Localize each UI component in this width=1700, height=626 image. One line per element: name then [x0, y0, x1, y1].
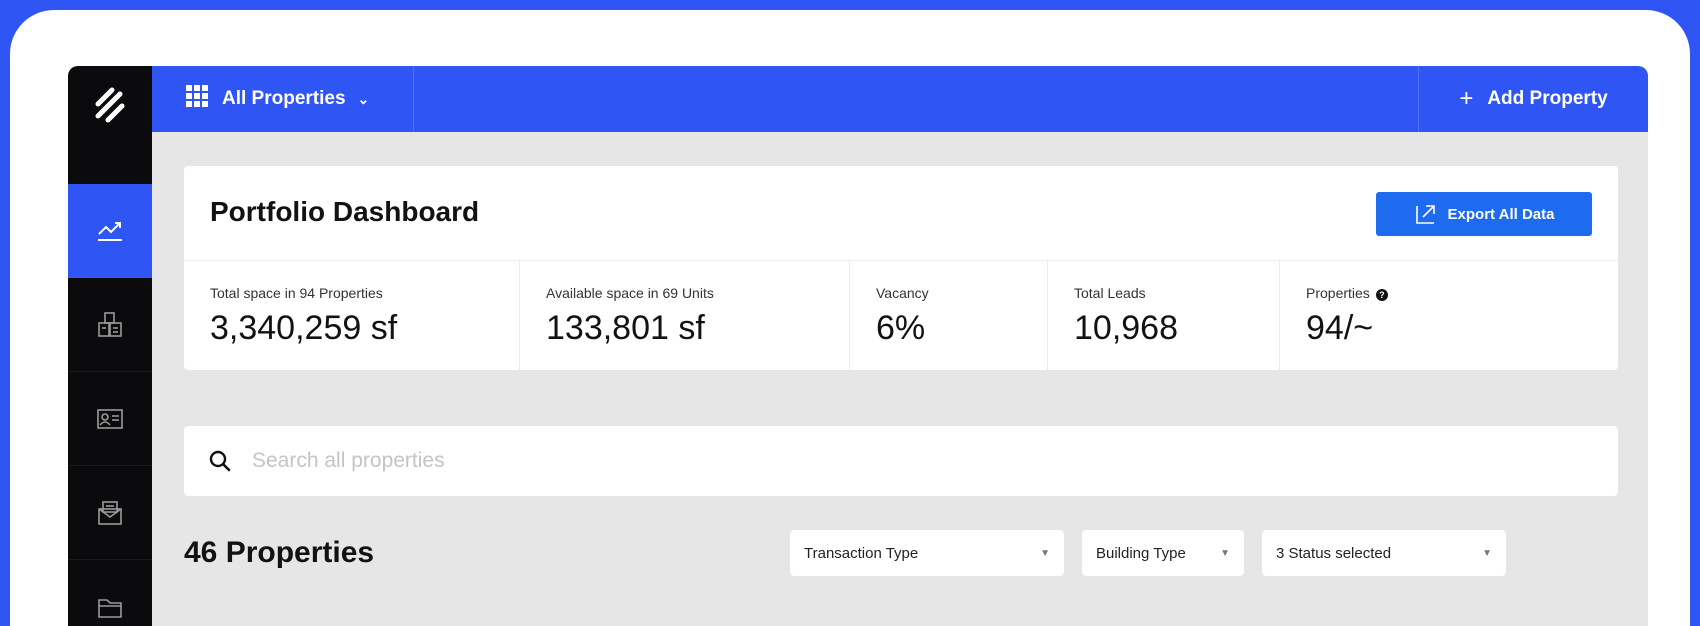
- stat-label: Vacancy: [876, 285, 929, 301]
- folder-icon: [98, 598, 122, 618]
- top-bar: All Properties ⌄ + Add Property: [152, 66, 1648, 132]
- stat-label-text: Properties: [1306, 285, 1370, 301]
- sidebar-item-files[interactable]: [68, 560, 152, 626]
- export-label: Export All Data: [1447, 205, 1555, 223]
- stat-value: 6%: [876, 309, 926, 347]
- page-title: Portfolio Dashboard: [210, 196, 480, 227]
- stat-label: Total Leads: [1074, 285, 1146, 301]
- add-property-label: Add Property: [1487, 88, 1608, 109]
- filter-label: 3 Status selected: [1276, 544, 1392, 562]
- export-all-data-button[interactable]: Export All Data: [1376, 192, 1592, 236]
- all-properties-dropdown[interactable]: All Properties ⌄: [152, 66, 414, 132]
- mail-icon: [98, 500, 122, 525]
- brand-logo[interactable]: [88, 84, 132, 128]
- portfolio-dashboard-card: Portfolio Dashboard Export All Data Tota…: [184, 166, 1618, 370]
- stat-value: 3,340,259 sf: [210, 309, 398, 347]
- chevron-down-icon: ⌄: [357, 90, 370, 107]
- search-icon: [209, 450, 231, 472]
- stat-label: Total space in 94 Properties: [210, 285, 383, 301]
- properties-count: 46 Properties: [184, 536, 375, 569]
- stat-available-space: Available space in 69 Units 133,801 sf: [520, 261, 850, 370]
- plus-icon: +: [1459, 85, 1474, 112]
- caret-down-icon: ▼: [1220, 547, 1230, 559]
- search-input[interactable]: [252, 449, 1452, 473]
- sidebar-item-buildings[interactable]: [68, 278, 152, 372]
- status-filter[interactable]: 3 Status selected ▼: [1262, 530, 1506, 576]
- transaction-type-filter[interactable]: Transaction Type ▼: [790, 530, 1064, 576]
- stat-total-leads: Total Leads 10,968: [1048, 261, 1280, 370]
- sidebar-item-analytics[interactable]: [68, 184, 152, 278]
- analytics-icon: [98, 222, 122, 241]
- caret-down-icon: ▼: [1040, 547, 1050, 559]
- info-icon[interactable]: ?: [1375, 289, 1388, 301]
- filter-label: Building Type: [1096, 544, 1186, 562]
- stat-total-space: Total space in 94 Properties 3,340,259 s…: [184, 261, 520, 370]
- stats-row: Total space in 94 Properties 3,340,259 s…: [184, 260, 1618, 370]
- buildings-icon: [98, 311, 122, 337]
- building-type-filter[interactable]: Building Type ▼: [1082, 530, 1244, 576]
- sidebar: [68, 66, 152, 626]
- stat-properties: Properties? 94/~: [1280, 261, 1618, 370]
- device-frame: All Properties ⌄ + Add Property Portfoli…: [10, 10, 1690, 626]
- stat-label: Available space in 69 Units: [546, 285, 714, 301]
- contact-card-icon: [97, 408, 123, 429]
- stat-vacancy: Vacancy 6%: [850, 261, 1048, 370]
- filter-label: Transaction Type: [804, 544, 919, 562]
- sidebar-item-messages[interactable]: [68, 466, 152, 560]
- stat-value: 133,801 sf: [546, 309, 705, 347]
- grid-icon: [186, 85, 208, 113]
- app-window: All Properties ⌄ + Add Property Portfoli…: [68, 66, 1648, 626]
- stat-label: Properties?: [1306, 285, 1618, 301]
- add-property-button[interactable]: + Add Property: [1418, 66, 1648, 132]
- caret-down-icon: ▼: [1482, 547, 1492, 559]
- stat-value: 94/~: [1306, 309, 1374, 347]
- all-properties-label: All Properties: [222, 88, 346, 109]
- export-icon: [1415, 205, 1435, 224]
- sidebar-item-contacts[interactable]: [68, 372, 152, 466]
- stat-value: 10,968: [1074, 309, 1178, 347]
- search-bar: [184, 426, 1618, 496]
